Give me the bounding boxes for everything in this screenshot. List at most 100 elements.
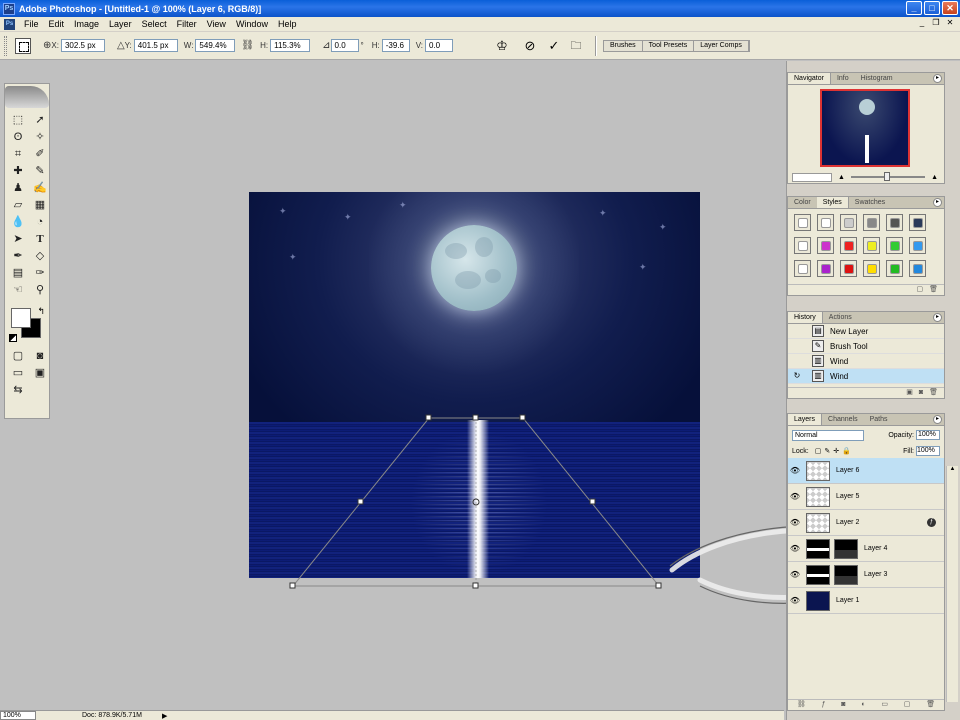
new-style-icon[interactable]: ▢: [916, 285, 923, 295]
document-canvas[interactable]: ✦ ✦ ✦ ✦ ✦ ✦ ✦: [249, 192, 700, 578]
status-menu-arrow-icon[interactable]: ▶: [162, 712, 167, 720]
style-swatch[interactable]: [817, 237, 834, 254]
palette-menu-icon[interactable]: ▸: [933, 415, 942, 424]
swap-colors-icon[interactable]: ↰: [37, 306, 45, 317]
layer-row[interactable]: 👁 Layer 4: [788, 536, 944, 562]
tab-styles[interactable]: Styles: [816, 197, 849, 208]
hand-icon[interactable]: ☜: [9, 282, 27, 298]
layer-mask-thumbnail[interactable]: [834, 564, 858, 585]
layer-row[interactable]: 👁 Layer 3: [788, 562, 944, 588]
history-item-selected[interactable]: ↻ ▥ Wind: [788, 369, 944, 384]
layer-row[interactable]: 👁 Layer 2 ƒ: [788, 510, 944, 536]
style-swatch[interactable]: [909, 237, 926, 254]
style-swatch[interactable]: [863, 260, 880, 277]
link-layers-icon[interactable]: ⛓: [797, 700, 806, 710]
palette-menu-icon[interactable]: ▸: [933, 198, 942, 207]
palette-menu-icon[interactable]: ▸: [933, 74, 942, 83]
menu-layer[interactable]: Layer: [104, 19, 137, 29]
zoom-icon[interactable]: ⚲: [31, 282, 49, 298]
layer-row[interactable]: 👁 Layer 1: [788, 588, 944, 614]
visibility-eye-icon[interactable]: 👁: [788, 466, 802, 475]
gradient-icon[interactable]: ▦: [31, 197, 49, 213]
tab-swatches[interactable]: Swatches: [849, 197, 891, 208]
screen-mode-full-icon[interactable]: ▣: [31, 365, 49, 381]
navigator-thumbnail[interactable]: [820, 89, 910, 167]
lasso-icon[interactable]: ʘ: [9, 129, 27, 145]
opacity-input[interactable]: 100%: [916, 430, 940, 440]
notes-icon[interactable]: ▤: [9, 265, 27, 281]
reference-point-icon[interactable]: [15, 37, 31, 54]
navigator-zoom-field[interactable]: [792, 172, 832, 182]
tab-color[interactable]: Color: [788, 197, 817, 208]
delete-layer-icon[interactable]: 🗑: [926, 700, 935, 710]
palette-menu-icon[interactable]: ▸: [933, 313, 942, 322]
imageready-icon[interactable]: ⇆: [9, 382, 27, 398]
visibility-eye-icon[interactable]: 👁: [788, 570, 802, 579]
style-swatch[interactable]: [909, 260, 926, 277]
eraser-icon[interactable]: ▱: [9, 197, 27, 213]
stamp-icon[interactable]: ♟: [9, 180, 27, 196]
tab-layers[interactable]: Layers: [788, 414, 823, 425]
style-swatch[interactable]: [863, 214, 880, 231]
tab-channels[interactable]: Channels: [822, 414, 864, 425]
minimize-button[interactable]: _: [906, 1, 922, 15]
foreground-color[interactable]: [11, 308, 31, 328]
style-swatch[interactable]: [863, 237, 880, 254]
blend-mode-select[interactable]: Normal: [792, 429, 864, 441]
width-input[interactable]: 549.4%: [195, 39, 236, 52]
tab-history[interactable]: History: [788, 312, 823, 323]
blur-icon[interactable]: 💧: [9, 214, 27, 230]
zoom-slider[interactable]: [850, 172, 926, 181]
screen-mode-standard-icon[interactable]: ▭: [9, 365, 27, 381]
zoom-in-icon[interactable]: ▲: [931, 174, 938, 181]
snapshot-icon[interactable]: ▣: [906, 388, 913, 398]
menu-window[interactable]: Window: [231, 19, 273, 29]
menu-edit[interactable]: Edit: [44, 19, 70, 29]
tab-paths[interactable]: Paths: [864, 414, 894, 425]
slice-icon[interactable]: ✐: [31, 146, 49, 162]
menu-file[interactable]: File: [19, 19, 44, 29]
cancel-transform-button[interactable]: ⊘: [521, 37, 539, 55]
shape-icon[interactable]: ◇: [31, 248, 49, 264]
document-icon[interactable]: Ps: [4, 18, 15, 30]
style-swatch[interactable]: [840, 237, 857, 254]
path-select-icon[interactable]: ➤: [9, 231, 27, 247]
visibility-eye-icon[interactable]: 👁: [788, 596, 802, 605]
options-grip[interactable]: [4, 35, 7, 56]
well-tab-brushes[interactable]: Brushes: [603, 40, 643, 51]
h-skew-input[interactable]: -39.6: [381, 39, 410, 52]
style-swatch[interactable]: [794, 260, 811, 277]
menu-image[interactable]: Image: [69, 19, 104, 29]
zoom-out-icon[interactable]: ▲: [838, 174, 845, 181]
doc-close-button[interactable]: ✕: [944, 18, 956, 29]
doc-restore-button[interactable]: ❐: [930, 18, 942, 29]
link-icon[interactable]: ⛓: [241, 40, 254, 51]
tab-histogram[interactable]: Histogram: [855, 73, 899, 84]
history-item[interactable]: ▤ New Layer: [788, 324, 944, 339]
default-colors-icon[interactable]: [9, 334, 17, 342]
doc-minimize-button[interactable]: _: [916, 18, 928, 29]
tab-navigator[interactable]: Navigator: [788, 73, 831, 84]
style-swatch[interactable]: [817, 214, 834, 231]
zoom-level[interactable]: 100%: [0, 711, 36, 720]
y-input[interactable]: 401.5 px: [133, 39, 178, 52]
layer-row[interactable]: 👁 Layer 6: [788, 458, 944, 484]
fill-input[interactable]: 100%: [916, 446, 940, 456]
delete-state-icon[interactable]: 🗑: [929, 388, 938, 398]
menu-help[interactable]: Help: [273, 19, 302, 29]
scroll-up-icon[interactable]: ▲: [947, 466, 958, 472]
history-item[interactable]: ✎ Brush Tool: [788, 339, 944, 354]
warp-icon[interactable]: ♔: [493, 37, 511, 55]
delete-style-icon[interactable]: 🗑: [929, 285, 938, 295]
dodge-icon[interactable]: ◔: [31, 214, 49, 230]
standard-mode-icon[interactable]: ▢: [9, 348, 27, 364]
style-swatch[interactable]: [794, 237, 811, 254]
style-swatch[interactable]: [840, 214, 857, 231]
visibility-eye-icon[interactable]: 👁: [788, 518, 802, 527]
new-adjustment-layer-icon[interactable]: ◐: [861, 700, 865, 710]
style-swatch[interactable]: [886, 237, 903, 254]
type-icon[interactable]: T: [31, 231, 49, 247]
quick-mask-icon[interactable]: ◙: [31, 348, 49, 364]
style-swatch[interactable]: [794, 214, 811, 231]
style-swatch[interactable]: [886, 214, 903, 231]
